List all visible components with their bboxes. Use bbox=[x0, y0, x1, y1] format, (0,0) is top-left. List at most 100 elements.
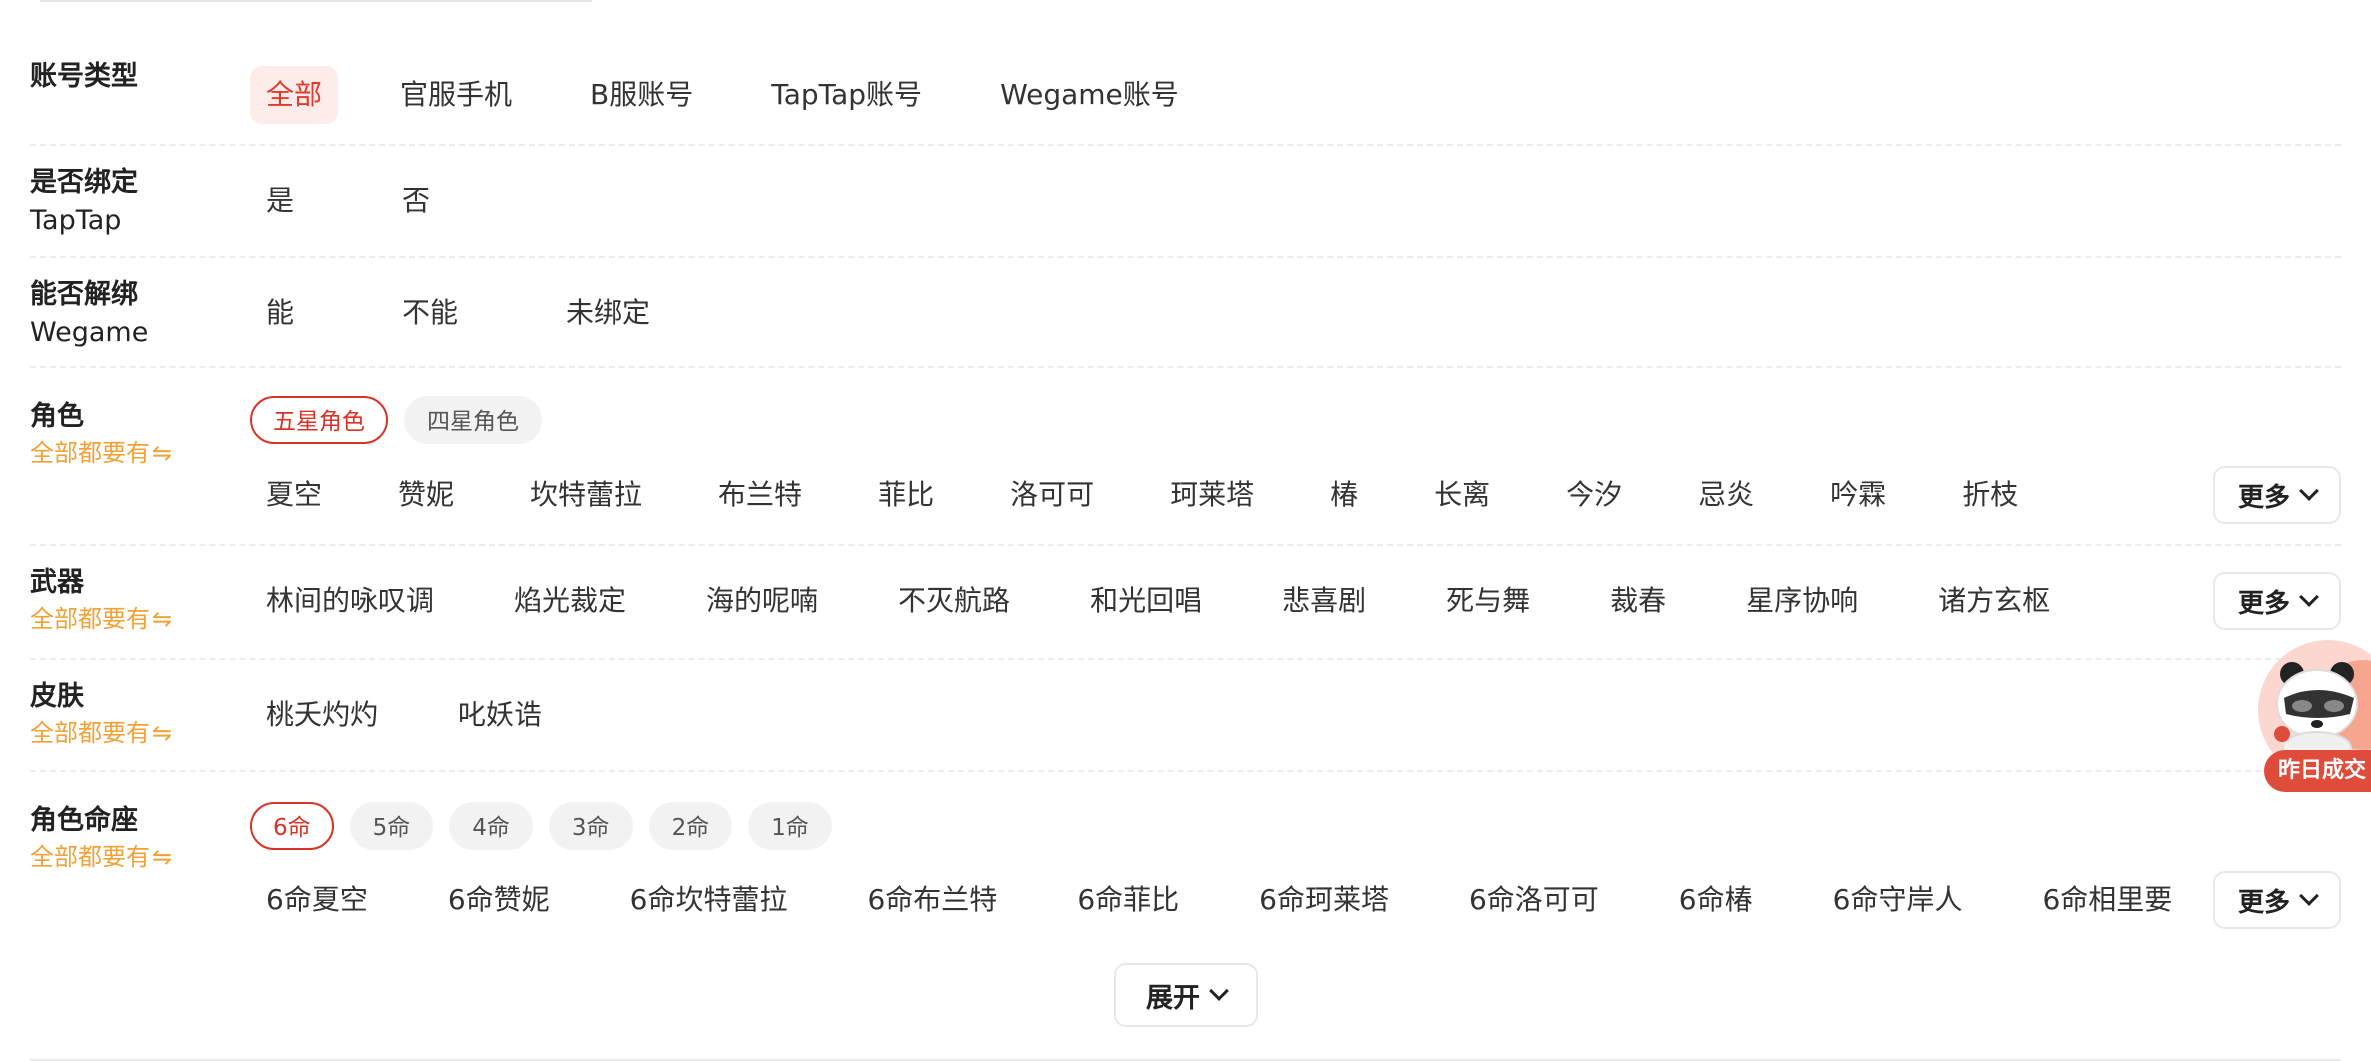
option-no[interactable]: 否 bbox=[386, 172, 446, 230]
option-official-phone[interactable]: 官服手机 bbox=[384, 66, 528, 124]
option-character[interactable]: 夏空 bbox=[250, 466, 338, 524]
option-bilibili-account[interactable]: B服账号 bbox=[574, 66, 709, 124]
option-constellation[interactable]: 6命坎特蕾拉 bbox=[614, 871, 804, 929]
row-title-wegame-unbind: 能否解绑 bbox=[30, 279, 138, 310]
swap-icon: ⇋ bbox=[152, 843, 173, 871]
row-title-taptap-bound: 是否绑定 bbox=[30, 167, 138, 198]
filter-row-character: 角色 全部都要有 ⇋ 五星角色 四星角色 夏空 赞妮 坎特蕾拉 布兰特 菲比 洛可… bbox=[30, 368, 2341, 546]
option-character[interactable]: 吟霖 bbox=[1814, 466, 1902, 524]
filter-row-wegame-unbind: 能否解绑 Wegame 能 不能 未绑定 bbox=[30, 258, 2341, 368]
option-weapon[interactable]: 焰光裁定 bbox=[498, 572, 642, 630]
option-skin[interactable]: 桃夭灼灼 bbox=[250, 686, 394, 744]
option-weapon[interactable]: 诸方玄枢 bbox=[1922, 572, 2066, 630]
row-title-skin: 皮肤 bbox=[30, 681, 84, 712]
tab-constellation-4[interactable]: 4命 bbox=[449, 802, 533, 850]
panda-mascot-icon bbox=[2274, 662, 2358, 762]
option-weapon[interactable]: 裁春 bbox=[1594, 572, 1682, 630]
option-taptap-account[interactable]: TapTap账号 bbox=[755, 66, 938, 124]
option-can[interactable]: 能 bbox=[250, 284, 310, 342]
filter-row-weapon: 武器 全部都要有 ⇋ 林间的咏叹调 焰光裁定 海的呢喃 不灭航路 和光回唱 悲喜剧… bbox=[30, 546, 2341, 660]
option-weapon[interactable]: 和光回唱 bbox=[1074, 572, 1218, 630]
option-constellation[interactable]: 6命菲比 bbox=[1061, 871, 1195, 929]
option-character[interactable]: 今汐 bbox=[1550, 466, 1638, 524]
option-character[interactable]: 珂莱塔 bbox=[1154, 466, 1270, 524]
tab-constellation-6[interactable]: 6命 bbox=[250, 802, 334, 850]
tab-constellation-5[interactable]: 5命 bbox=[349, 802, 434, 850]
row-label: 角色命座 全部都要有 ⇋ bbox=[30, 802, 172, 874]
option-yes[interactable]: 是 bbox=[250, 172, 310, 230]
option-constellation[interactable]: 6命椿 bbox=[1663, 871, 1769, 929]
option-weapon[interactable]: 不灭航路 bbox=[882, 572, 1026, 630]
option-weapon[interactable]: 林间的咏叹调 bbox=[250, 572, 450, 630]
all-required-label: 全部都要有 bbox=[30, 605, 150, 633]
option-weapon[interactable]: 悲喜剧 bbox=[1266, 572, 1382, 630]
row-label: 皮肤 全部都要有 ⇋ bbox=[30, 678, 172, 750]
chevron-down-icon bbox=[2299, 587, 2319, 607]
swap-icon: ⇋ bbox=[152, 605, 173, 633]
filter-row-skin: 皮肤 全部都要有 ⇋ 桃夭灼灼 叱妖诰 bbox=[30, 660, 2341, 772]
all-required-label: 全部都要有 bbox=[30, 719, 150, 747]
filter-row-constellation: 角色命座 全部都要有 ⇋ 6命 5命 4命 3命 2命 1命 6命夏空 6命赞妮 … bbox=[30, 772, 2341, 952]
widget-label: 昨日成交 bbox=[2264, 750, 2371, 792]
row-label: 账号类型 bbox=[30, 58, 138, 96]
option-unbound[interactable]: 未绑定 bbox=[550, 284, 666, 342]
option-constellation[interactable]: 6命夏空 bbox=[250, 871, 384, 929]
option-character[interactable]: 菲比 bbox=[862, 466, 950, 524]
option-character[interactable]: 洛可可 bbox=[994, 466, 1110, 524]
option-constellation[interactable]: 6命赞妮 bbox=[432, 871, 566, 929]
all-required-label: 全部都要有 bbox=[30, 439, 150, 467]
all-required-toggle[interactable]: 全部都要有 ⇋ bbox=[30, 716, 172, 750]
tab-constellation-3[interactable]: 3命 bbox=[548, 802, 633, 850]
option-cannot[interactable]: 不能 bbox=[386, 284, 474, 342]
option-weapon[interactable]: 死与舞 bbox=[1430, 572, 1546, 630]
chevron-down-icon bbox=[2299, 886, 2319, 906]
row-label: 角色 全部都要有 ⇋ bbox=[30, 398, 172, 470]
tab-constellation-1[interactable]: 1命 bbox=[748, 802, 832, 850]
more-label: 更多 bbox=[2237, 482, 2290, 513]
option-skin[interactable]: 叱妖诰 bbox=[442, 686, 558, 744]
row-label: 是否绑定 TapTap bbox=[30, 164, 138, 240]
option-character[interactable]: 坎特蕾拉 bbox=[514, 466, 658, 524]
more-characters-button[interactable]: 更多 bbox=[2213, 466, 2341, 524]
option-character[interactable]: 赞妮 bbox=[382, 466, 470, 524]
filter-row-taptap-bound: 是否绑定 TapTap 是 否 bbox=[30, 146, 2341, 258]
option-character[interactable]: 折枝 bbox=[1946, 466, 2034, 524]
chevron-down-icon bbox=[2299, 481, 2319, 501]
row-title-character: 角色 bbox=[30, 401, 84, 432]
row-title-constellation: 角色命座 bbox=[30, 805, 138, 836]
swap-icon: ⇋ bbox=[152, 439, 173, 467]
option-all[interactable]: 全部 bbox=[250, 66, 339, 124]
row-label: 能否解绑 Wegame bbox=[30, 276, 148, 352]
more-label: 更多 bbox=[2237, 887, 2290, 918]
expand-label: 展开 bbox=[1146, 982, 1200, 1014]
option-wegame-account[interactable]: Wegame账号 bbox=[984, 66, 1195, 124]
option-weapon[interactable]: 星序协响 bbox=[1730, 572, 1874, 630]
option-weapon[interactable]: 海的呢喃 bbox=[690, 572, 834, 630]
option-constellation[interactable]: 6命守岸人 bbox=[1817, 871, 1979, 929]
option-character[interactable]: 忌炎 bbox=[1682, 466, 1770, 524]
row-title-taptap-line2: TapTap bbox=[30, 205, 122, 236]
option-constellation[interactable]: 6命洛可可 bbox=[1453, 871, 1615, 929]
option-constellation[interactable]: 6命相里要 bbox=[2026, 871, 2188, 929]
all-required-toggle[interactable]: 全部都要有 ⇋ bbox=[30, 436, 172, 470]
option-character[interactable]: 长离 bbox=[1418, 466, 1506, 524]
swap-icon: ⇋ bbox=[152, 719, 173, 747]
yesterday-deals-widget[interactable]: 昨日成交 bbox=[2252, 640, 2371, 792]
tab-four-star[interactable]: 四星角色 bbox=[404, 396, 542, 444]
more-constellations-button[interactable]: 更多 bbox=[2213, 871, 2341, 929]
option-character[interactable]: 布兰特 bbox=[702, 466, 818, 524]
row-title-weapon: 武器 bbox=[30, 567, 84, 598]
row-title-wegame-line2: Wegame bbox=[30, 317, 149, 348]
filter-row-account-type: 账号类型 全部 官服手机 B服账号 TapTap账号 Wegame账号 bbox=[30, 36, 2341, 146]
more-label: 更多 bbox=[2237, 588, 2290, 619]
tab-five-star[interactable]: 五星角色 bbox=[250, 396, 388, 444]
all-required-toggle[interactable]: 全部都要有 ⇋ bbox=[30, 602, 172, 636]
all-required-toggle[interactable]: 全部都要有 ⇋ bbox=[30, 840, 172, 874]
option-constellation[interactable]: 6命珂莱塔 bbox=[1243, 871, 1405, 929]
more-weapons-button[interactable]: 更多 bbox=[2213, 572, 2341, 630]
option-character[interactable]: 椿 bbox=[1314, 466, 1374, 524]
expand-button[interactable]: 展开 bbox=[1114, 963, 1258, 1027]
tab-constellation-2[interactable]: 2命 bbox=[648, 802, 733, 850]
option-constellation[interactable]: 6命布兰特 bbox=[851, 871, 1013, 929]
row-title-account-type: 账号类型 bbox=[30, 61, 138, 92]
